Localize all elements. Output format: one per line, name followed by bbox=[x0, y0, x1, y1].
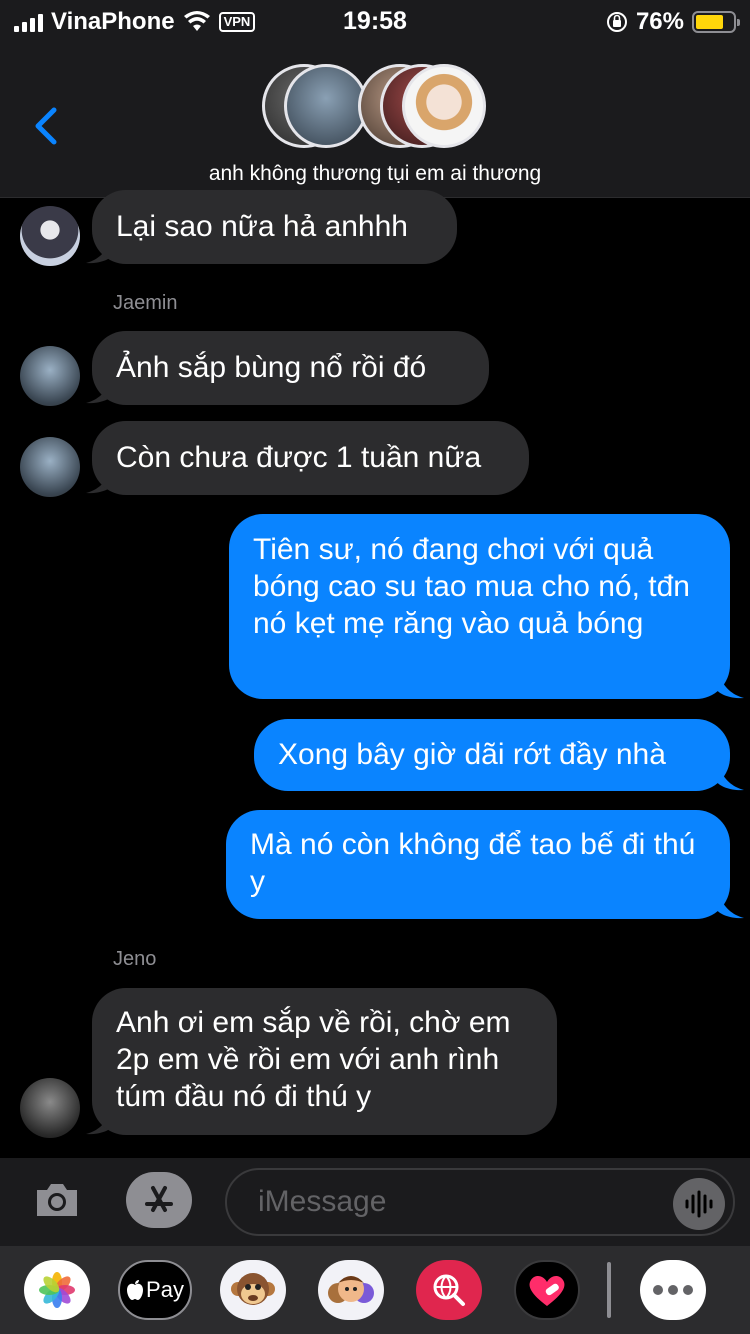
digital-touch-button[interactable] bbox=[514, 1260, 580, 1320]
outgoing-message[interactable]: Tiên sư, nó đang chơi với quả bóng cao s… bbox=[229, 514, 730, 699]
more-icon bbox=[653, 1285, 693, 1295]
apple-pay-label: Pay bbox=[146, 1277, 184, 1302]
photos-app-button[interactable] bbox=[24, 1260, 90, 1320]
apple-pay-button[interactable]: Pay bbox=[118, 1260, 192, 1320]
more-apps-button[interactable] bbox=[640, 1260, 706, 1320]
member-avatar bbox=[284, 64, 368, 148]
group-avatars[interactable] bbox=[262, 64, 492, 148]
sender-name: Jaemin bbox=[113, 292, 178, 314]
photos-icon bbox=[39, 1272, 75, 1308]
outgoing-message[interactable]: Xong bây giờ dãi rớt đầy nhà bbox=[254, 719, 730, 791]
apple-logo-icon bbox=[127, 1280, 144, 1300]
battery-icon bbox=[692, 11, 740, 33]
back-chevron-icon[interactable] bbox=[30, 104, 60, 148]
sender-avatar[interactable] bbox=[20, 346, 80, 406]
monkey-icon bbox=[231, 1273, 275, 1305]
message-placeholder: iMessage bbox=[258, 1185, 387, 1218]
globe-search-icon bbox=[433, 1274, 465, 1306]
app-store-icon bbox=[145, 1186, 173, 1212]
sender-avatar[interactable] bbox=[20, 1078, 80, 1138]
group-name[interactable]: anh không thương tụi em ai thương bbox=[0, 162, 750, 186]
incoming-message[interactable]: Còn chưa được 1 tuần nữa bbox=[92, 421, 529, 495]
message-input[interactable]: iMessage bbox=[225, 1168, 735, 1236]
status-bar: VinaPhone VPN 19:58 76% bbox=[0, 0, 750, 40]
heart-touch-icon bbox=[529, 1276, 565, 1306]
memoji-icon bbox=[328, 1276, 374, 1303]
sender-avatar[interactable] bbox=[20, 437, 80, 497]
web-images-button[interactable] bbox=[416, 1260, 482, 1320]
sender-name: Jeno bbox=[113, 948, 157, 970]
compose-bar: iMessage bbox=[0, 1158, 750, 1246]
battery-percent: 76% bbox=[635, 8, 684, 35]
audio-message-button[interactable] bbox=[673, 1178, 725, 1230]
orientation-lock-icon bbox=[606, 12, 627, 32]
incoming-message[interactable]: Anh ơi em sắp về rồi, chờ em 2p em về rồ… bbox=[92, 988, 557, 1135]
memoji-stickers-button[interactable] bbox=[318, 1260, 384, 1320]
conversation-header: anh không thương tụi em ai thương bbox=[0, 40, 750, 198]
member-avatar bbox=[402, 64, 486, 148]
waveform-icon bbox=[685, 1190, 713, 1218]
app-store-button[interactable] bbox=[126, 1172, 192, 1228]
incoming-message[interactable]: Ảnh sắp bùng nổ rồi đó bbox=[92, 331, 489, 405]
app-drawer: Pay bbox=[0, 1246, 750, 1334]
drawer-divider bbox=[607, 1262, 611, 1318]
incoming-message[interactable]: Lại sao nữa hả anhhh bbox=[92, 190, 457, 264]
outgoing-message[interactable]: Mà nó còn không để tao bế đi thú y bbox=[226, 810, 730, 919]
camera-icon[interactable] bbox=[33, 1180, 81, 1220]
sender-avatar[interactable] bbox=[20, 206, 80, 266]
animoji-button[interactable] bbox=[220, 1260, 286, 1320]
